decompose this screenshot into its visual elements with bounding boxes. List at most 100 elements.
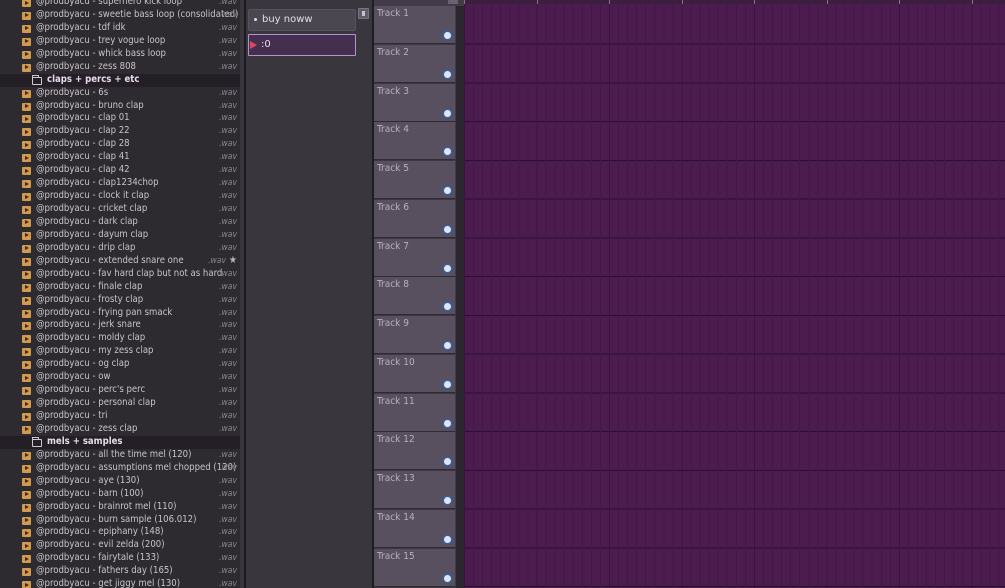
browser-file[interactable]: @prodbyacu - personal clap .wav	[0, 397, 240, 410]
track-enable-led-icon[interactable]	[444, 342, 451, 349]
browser-file[interactable]: @prodbyacu - burn sample (106.012) .wav	[0, 514, 240, 527]
browser-file[interactable]: @prodbyacu - ow .wav	[0, 371, 240, 384]
browser-file[interactable]: @prodbyacu - tdf idk .wav	[0, 22, 240, 35]
browser-file[interactable]: @prodbyacu - superhero kick loop .wav	[0, 0, 240, 9]
browser-file[interactable]: @prodbyacu - brainrot mel (110) .wav	[0, 501, 240, 514]
track-enable-led-icon[interactable]	[444, 419, 451, 427]
browser-file[interactable]: @prodbyacu - dayum clap .wav	[0, 229, 240, 242]
track-enable-led-icon[interactable]	[444, 264, 451, 272]
browser-file[interactable]: @prodbyacu - assumptions mel chopped (12…	[0, 462, 240, 475]
file-label: @prodbyacu - frosty clap	[36, 293, 144, 305]
file-label: @prodbyacu - clap 42	[36, 164, 130, 176]
browser-file[interactable]: @prodbyacu - perc's perc .wav	[0, 384, 240, 397]
track-header[interactable]: Track 2	[374, 44, 456, 83]
browser-file[interactable]: @prodbyacu - 6s .wav	[0, 87, 240, 100]
browser-file[interactable]: @prodbyacu - aye (130) .wav	[0, 475, 240, 488]
browser-file[interactable]: @prodbyacu - zess clap .wav	[0, 423, 240, 436]
track-label: Track 3	[377, 85, 409, 97]
track-enable-led-icon[interactable]	[444, 109, 451, 117]
audio-clip-item[interactable]: :0	[248, 34, 356, 56]
browser-file[interactable]: @prodbyacu - my zess clap .wav	[0, 345, 240, 358]
track-header[interactable]: Track 3	[374, 83, 456, 122]
browser-file[interactable]: @prodbyacu - dark clap .wav	[0, 216, 240, 229]
browser-folder[interactable]: mels + samples	[0, 435, 240, 449]
browser-file[interactable]: @prodbyacu - cricket clap .wav	[0, 203, 240, 216]
track-header[interactable]: Track 12	[374, 432, 456, 471]
browser-file[interactable]: @prodbyacu - fathers day (165) .wav	[0, 565, 240, 578]
browser-file[interactable]: @prodbyacu - clap 41 .wav	[0, 151, 240, 164]
picker-panel: buy noww :0	[246, 0, 372, 588]
track-header[interactable]: Track 13	[374, 471, 456, 509]
track-header[interactable]: Track 9	[374, 316, 456, 354]
browser-folder[interactable]: claps + percs + etc	[0, 73, 240, 87]
playlist-grid[interactable]	[464, 0, 1005, 588]
track-enable-led-icon[interactable]	[444, 187, 451, 194]
track-header[interactable]: Track 10	[374, 354, 456, 393]
browser-file[interactable]: @prodbyacu - barn (100) .wav	[0, 488, 240, 501]
browser-file[interactable]: @prodbyacu - sweetie bass loop (consolid…	[0, 9, 240, 22]
browser-file[interactable]: @prodbyacu - clap 42 .wav	[0, 164, 240, 177]
browser-file[interactable]: @prodbyacu - get jiggy mel (130) .wav	[0, 578, 240, 588]
file-label: @prodbyacu - get jiggy mel (130)	[36, 578, 181, 588]
track-header[interactable]: Track 7	[374, 238, 456, 277]
browser-file[interactable]: @prodbyacu - zess 808 .wav	[0, 61, 240, 74]
browser-file[interactable]: @prodbyacu - extended snare one .wav ★	[0, 255, 240, 268]
track-enable-led-icon[interactable]	[444, 32, 451, 39]
pattern-item[interactable]: buy noww	[248, 9, 356, 31]
browser-file[interactable]: @prodbyacu - clap 28 .wav	[0, 138, 240, 151]
audio-file-icon	[22, 413, 31, 421]
tracks-top-bar	[374, 0, 464, 6]
mini-handle[interactable]	[448, 0, 458, 4]
file-extension: .wav	[208, 255, 226, 266]
track-enable-led-icon[interactable]	[444, 458, 451, 466]
track-header[interactable]: Track 4	[374, 122, 456, 161]
browser-panel: @prodbyacu - superhero kick loop .wav @pro…	[0, 0, 240, 588]
browser-file[interactable]: @prodbyacu - whick bass loop .wav	[0, 48, 240, 61]
browser-file[interactable]: @prodbyacu - all the time mel (120) .wav	[0, 449, 240, 462]
browser-file[interactable]: @prodbyacu - fav hard clap but not as ha…	[0, 268, 240, 281]
file-label: @prodbyacu - clap 41	[36, 151, 130, 163]
browser-file[interactable]: @prodbyacu - bruno clap .wav	[0, 100, 240, 113]
browser-file[interactable]: @prodbyacu - drip clap .wav	[0, 242, 240, 255]
audio-file-icon	[22, 309, 31, 318]
audio-file-icon	[22, 529, 31, 538]
track-header[interactable]: Track 6	[374, 199, 456, 238]
browser-file[interactable]: @prodbyacu - frosty clap .wav	[0, 294, 240, 307]
audio-file-icon	[22, 63, 31, 72]
track-enable-led-icon[interactable]	[444, 535, 451, 543]
browser-file[interactable]: @prodbyacu - fairytale (133) .wav	[0, 552, 240, 565]
browser-file[interactable]: @prodbyacu - frying pan smack .wav	[0, 307, 240, 320]
browser-file[interactable]: @prodbyacu - epiphany (148) .wav	[0, 526, 240, 539]
track-header[interactable]: Track 5	[374, 161, 456, 199]
track-enable-led-icon[interactable]	[444, 70, 451, 78]
track-header[interactable]: Track 14	[374, 509, 456, 548]
track-enable-led-icon[interactable]	[444, 380, 451, 388]
browser-file[interactable]: @prodbyacu - tri .wav	[0, 410, 240, 423]
timeline-ruler[interactable]	[464, 0, 1005, 4]
file-label: @prodbyacu - epiphany (148)	[36, 526, 164, 538]
browser-file[interactable]: @prodbyacu - clock it clap .wav	[0, 190, 240, 203]
browser-file[interactable]: @prodbyacu - trey vogue loop .wav	[0, 35, 240, 48]
file-extension: .wav	[219, 281, 237, 292]
track-enable-led-icon[interactable]	[444, 303, 451, 311]
track-header[interactable]: Track 1	[374, 6, 456, 44]
track-enable-led-icon[interactable]	[444, 497, 451, 504]
track-header[interactable]: Track 8	[374, 277, 456, 316]
browser-file[interactable]: @prodbyacu - clap1234chop .wav	[0, 177, 240, 190]
browser-file[interactable]: @prodbyacu - jerk snare .wav	[0, 319, 240, 332]
track-header[interactable]: Track 15	[374, 548, 456, 587]
browser-file[interactable]: @prodbyacu - finale clap .wav	[0, 281, 240, 294]
browser-file[interactable]: @prodbyacu - evil zelda (200) .wav	[0, 539, 240, 552]
browser-file[interactable]: @prodbyacu - clap 01 .wav	[0, 112, 240, 125]
folder-icon	[32, 74, 42, 85]
track-enable-led-icon[interactable]	[444, 574, 451, 582]
browser-file[interactable]: @prodbyacu - clap 22 .wav	[0, 125, 240, 138]
picker-scroll-button[interactable]	[358, 8, 369, 19]
track-header[interactable]: Track 11	[374, 393, 456, 432]
track-enable-led-icon[interactable]	[444, 148, 451, 156]
track-enable-led-icon[interactable]	[444, 225, 451, 233]
browser-file[interactable]: @prodbyacu - moldy clap .wav	[0, 332, 240, 345]
star-icon[interactable]: ★	[229, 255, 237, 268]
browser-file[interactable]: @prodbyacu - og clap .wav	[0, 358, 240, 371]
file-label: @prodbyacu - fairytale (133)	[36, 552, 160, 564]
